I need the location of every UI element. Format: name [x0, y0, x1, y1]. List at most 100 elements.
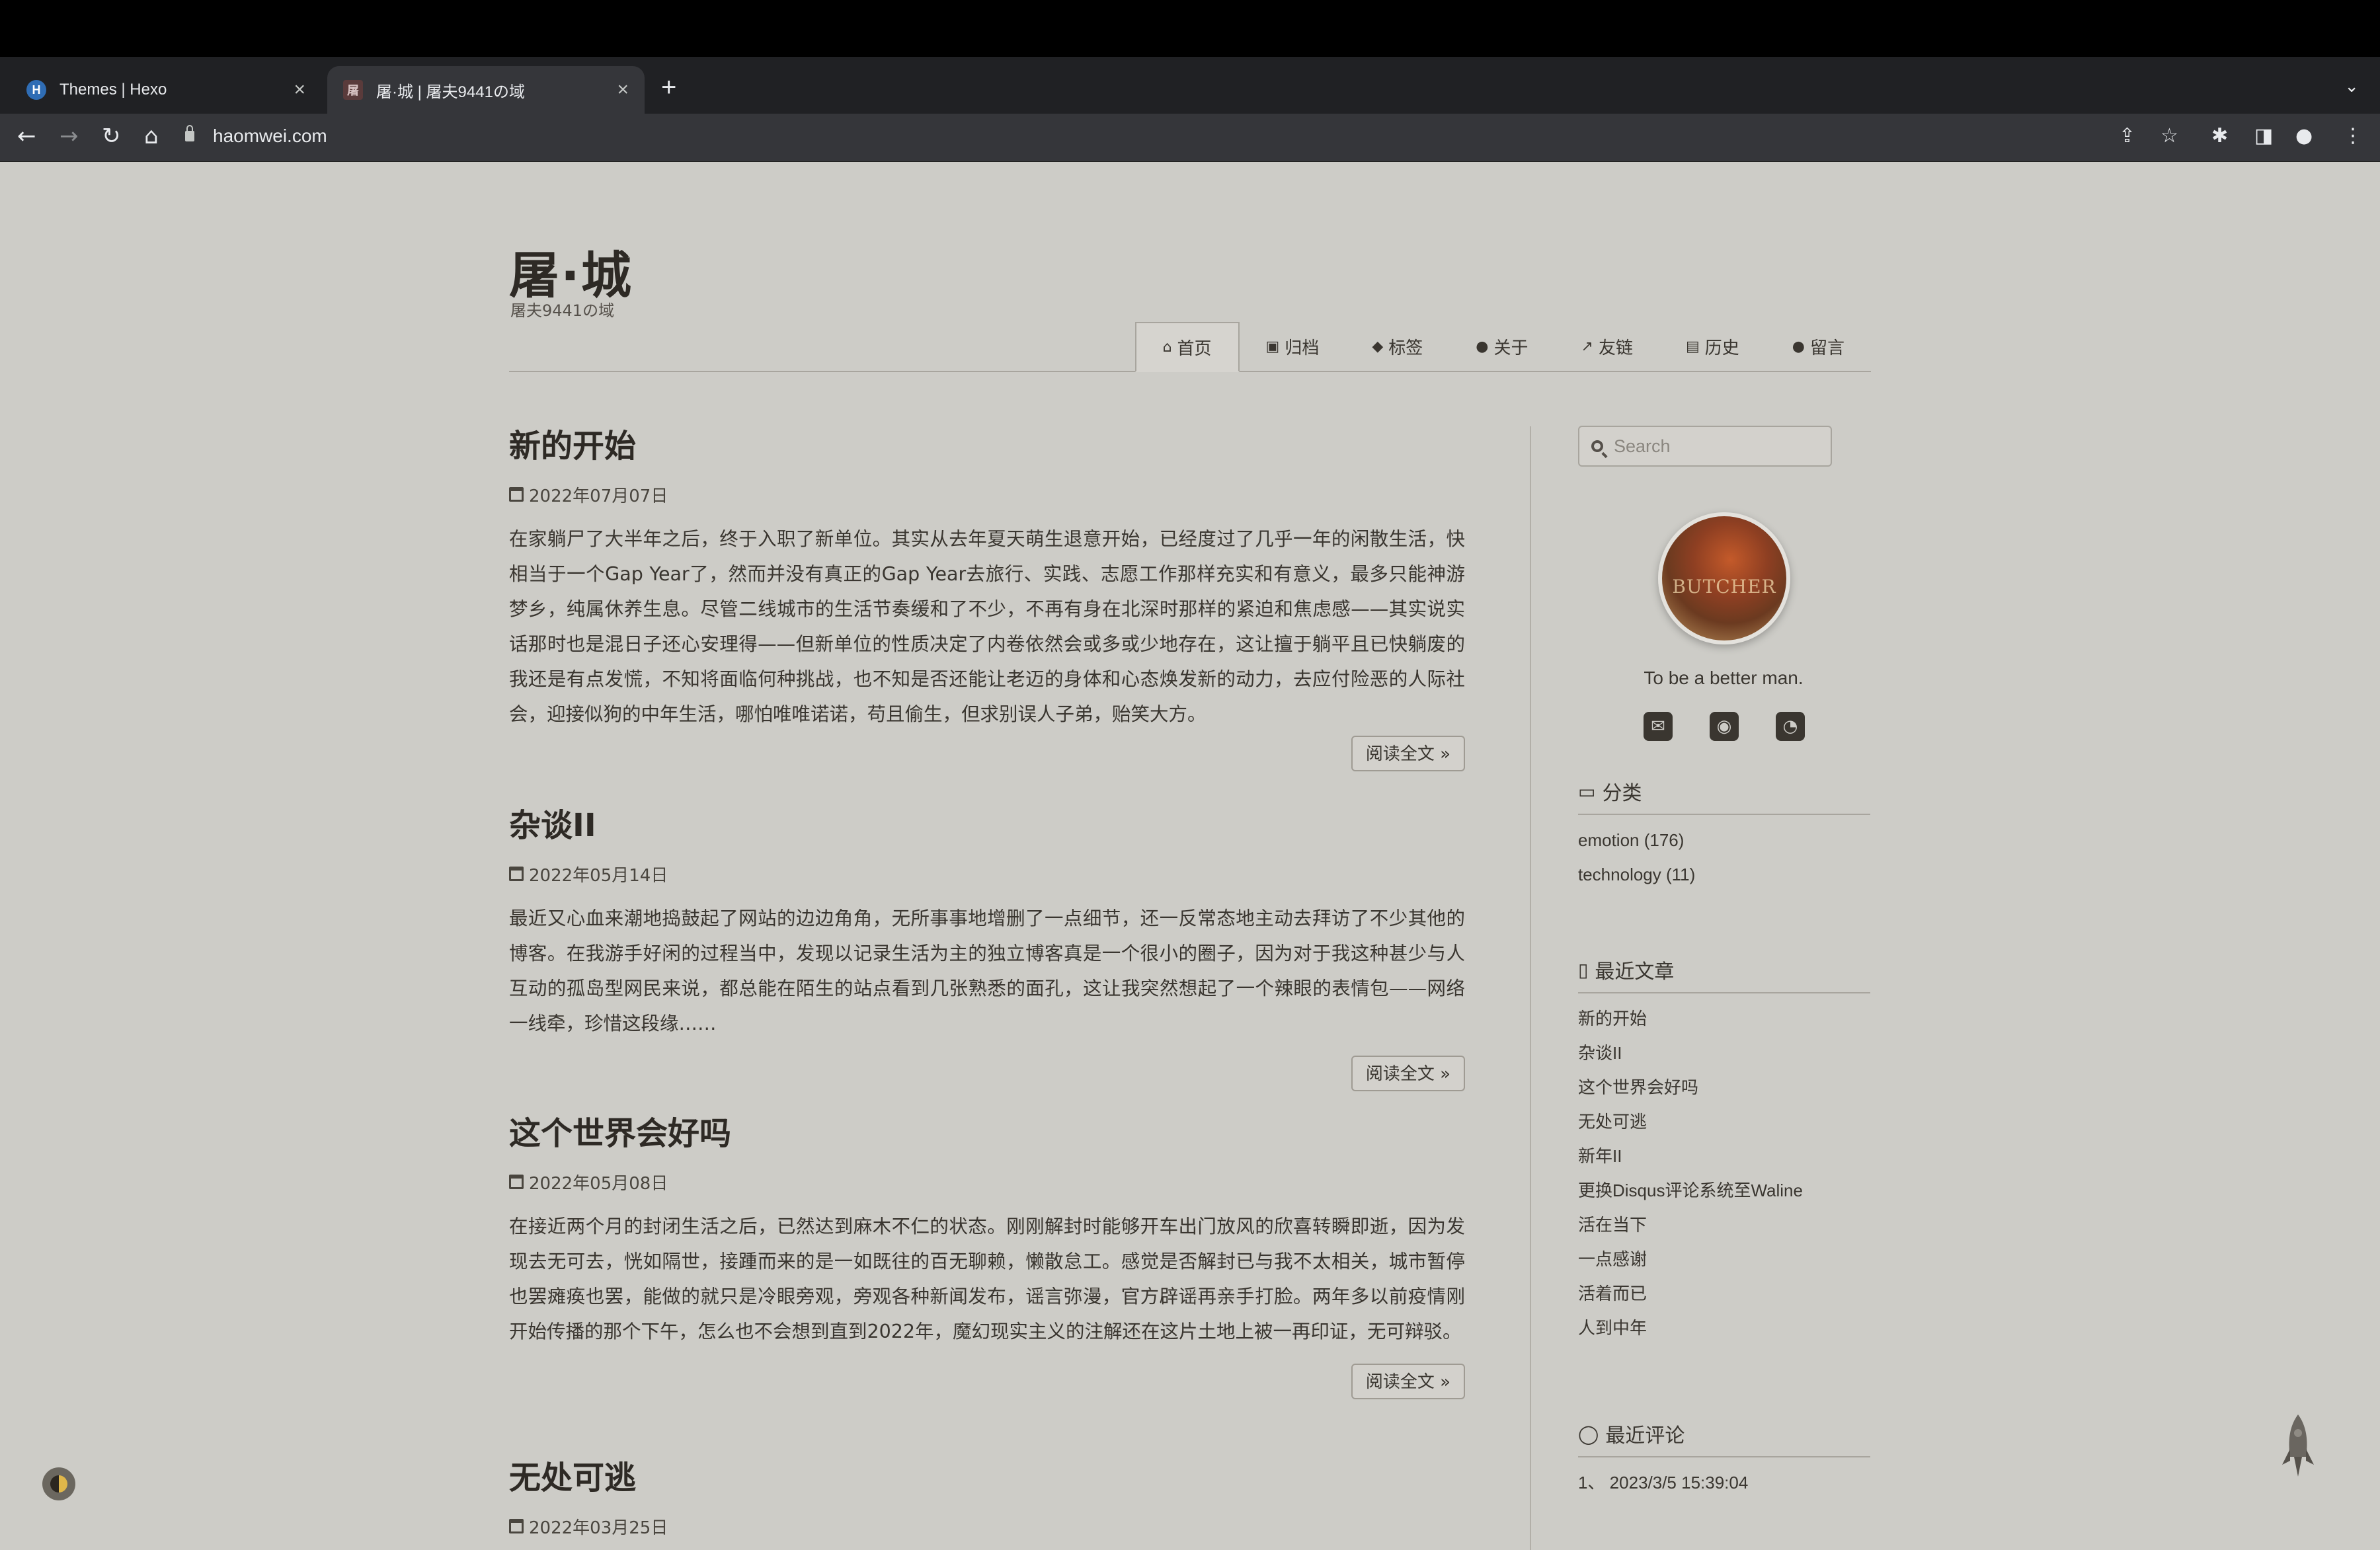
category-link[interactable]: emotion (176): [1578, 823, 1870, 857]
post-title[interactable]: 新的开始: [509, 426, 1465, 466]
recent-posts-list: 新的开始 杂谈II 这个世界会好吗 无处可逃 新年II 更换Disqus评论系统…: [1578, 1001, 1870, 1345]
read-more-button[interactable]: 阅读全文 »: [1351, 1056, 1465, 1091]
folder-icon: ▭: [1578, 780, 1596, 802]
recent-comments-list: 1、 2023/3/5 15:39:04: [1578, 1465, 1870, 1500]
nav-tags[interactable]: ◆ 标签: [1345, 322, 1449, 371]
tab-haomwei[interactable]: 屠 屠·城 | 屠夫9441の域 ×: [327, 66, 645, 114]
search-input[interactable]: [1612, 435, 1813, 457]
calendar-icon: [509, 487, 524, 502]
recent-post-link[interactable]: 杂谈II: [1578, 1036, 1870, 1070]
categories-list: emotion (176) technology (11): [1578, 823, 1870, 892]
post-date: 2022年05月08日: [509, 1171, 1465, 1194]
external-link-icon: ↗: [1581, 338, 1593, 355]
post-excerpt: 在家躺尸了大半年之后，终于入职了新单位。其实从去年夏天萌生退意开始，已经度过了几…: [509, 528, 1465, 725]
search-box[interactable]: [1578, 426, 1832, 467]
comments-icon: ●: [1792, 338, 1805, 355]
recent-comments-widget-title: ◯ 最近评论: [1578, 1418, 1870, 1457]
window-top-bar: [0, 0, 2380, 57]
tab-themes-hexo[interactable]: H Themes | Hexo ×: [11, 66, 321, 114]
post-entry: 新的开始 2022年07月07日 在家躺尸了大半年之后，终于入职了新单位。其实从…: [509, 426, 1465, 771]
nav-label: 留言: [1809, 338, 1844, 358]
widget-title-text: 最近评论: [1605, 1424, 1685, 1448]
tab-strip: H Themes | Hexo × 屠 屠·城 | 屠夫9441の域 ×: [0, 57, 2380, 114]
post-title[interactable]: 无处可逃: [509, 1458, 1465, 1498]
archive-icon: ▣: [1265, 338, 1280, 355]
rss-icon[interactable]: ◔: [1776, 712, 1805, 741]
read-more-button[interactable]: 阅读全文 »: [1351, 1364, 1465, 1399]
calendar-icon: [509, 1175, 524, 1189]
browser-menu-icon[interactable]: ⋮: [2343, 123, 2363, 149]
social-links: ✉ ◉ ◔: [1644, 712, 1805, 741]
avatar[interactable]: BUTCHER: [1658, 512, 1790, 644]
envelope-icon[interactable]: ✉: [1644, 712, 1673, 741]
tab-search-chevron-icon[interactable]: ⌄: [2344, 77, 2359, 97]
nav-archive[interactable]: ▣ 归档: [1240, 322, 1346, 371]
extensions-puzzle-icon[interactable]: ✱: [2211, 123, 2228, 149]
nav-label: 友链: [1598, 338, 1633, 358]
calendar-icon: [509, 867, 524, 881]
url-field[interactable]: haomwei.com: [185, 123, 327, 149]
site-favicon-icon: 屠: [343, 80, 363, 100]
sidebar-divider: [1530, 426, 1531, 1550]
forward-arrow-icon[interactable]: →: [60, 123, 79, 149]
home-icon: ⌂: [1162, 338, 1172, 356]
github-icon[interactable]: ◉: [1710, 712, 1739, 741]
nav-label: 归档: [1285, 338, 1320, 358]
post-entry: 这个世界会好吗 2022年05月08日 在接近两个月的封闭生活之后，已然达到麻木…: [509, 1114, 1465, 1399]
post-excerpt: 最近又心血来潮地捣鼓起了网站的边边角角，无所事事地增删了一点细节，还一反常态地主…: [509, 908, 1465, 1034]
recent-post-link[interactable]: 活着而已: [1578, 1276, 1870, 1311]
profile-avatar-icon[interactable]: ●: [2295, 123, 2313, 149]
home-icon[interactable]: ⌂: [144, 123, 159, 149]
widget-title-text: 分类: [1602, 782, 1642, 805]
read-more-button[interactable]: 阅读全文 »: [1351, 736, 1465, 771]
nav-label: 标签: [1388, 338, 1423, 358]
calendar-icon: [509, 1519, 524, 1533]
recent-post-link[interactable]: 新年II: [1578, 1139, 1870, 1173]
recent-post-link[interactable]: 更换Disqus评论系统至Waline: [1578, 1173, 1870, 1208]
search-icon: [1591, 440, 1603, 452]
close-tab-icon[interactable]: ×: [617, 79, 629, 101]
comment-icon: ◯: [1578, 1422, 1599, 1445]
tag-icon: ◆: [1372, 338, 1384, 355]
post-date: 2022年07月07日: [509, 483, 1465, 506]
nav-about[interactable]: ● 关于: [1449, 322, 1554, 371]
nav-history[interactable]: ▤ 历史: [1659, 322, 1766, 371]
bookmark-star-icon[interactable]: ☆: [2161, 123, 2178, 149]
post-date-text: 2022年05月14日: [529, 865, 668, 886]
post-date-text: 2022年07月07日: [529, 486, 668, 506]
recent-post-link[interactable]: 活在当下: [1578, 1208, 1870, 1242]
recent-post-link[interactable]: 无处可逃: [1578, 1104, 1870, 1139]
nav-guestbook[interactable]: ● 留言: [1766, 322, 1871, 371]
post-title[interactable]: 杂谈II: [509, 806, 1465, 845]
post-date: 2022年03月25日: [509, 1515, 1465, 1538]
post-date-text: 2022年03月25日: [529, 1518, 668, 1538]
back-arrow-icon[interactable]: ←: [17, 123, 36, 149]
site-title[interactable]: 屠·城: [509, 235, 633, 307]
tab-title: 屠·城 | 屠夫9441の域: [376, 83, 525, 101]
reload-icon[interactable]: ↻: [102, 123, 121, 149]
recent-comment-item[interactable]: 1、 2023/3/5 15:39:04: [1578, 1465, 1870, 1500]
back-to-top-rocket-icon[interactable]: [2280, 1413, 2317, 1479]
widget-title-text: 最近文章: [1595, 960, 1675, 984]
new-tab-button[interactable]: +: [661, 74, 676, 100]
post-excerpt: 在接近两个月的封闭生活之后，已然达到麻木不仁的状态。刚刚解封时能够开车出门放风的…: [509, 1216, 1465, 1342]
recent-post-link[interactable]: 人到中年: [1578, 1311, 1870, 1345]
nav-links[interactable]: ↗ 友链: [1555, 322, 1659, 371]
close-tab-icon[interactable]: ×: [294, 79, 305, 101]
post-date-text: 2022年05月08日: [529, 1173, 668, 1194]
user-icon: ●: [1476, 338, 1489, 355]
recent-post-link[interactable]: 新的开始: [1578, 1001, 1870, 1036]
book-icon: ▤: [1685, 338, 1700, 355]
site-subtitle: 屠夫9441の域: [510, 301, 615, 320]
recent-post-link[interactable]: 这个世界会好吗: [1578, 1070, 1870, 1104]
side-panel-icon[interactable]: ◨: [2254, 123, 2273, 149]
post-title[interactable]: 这个世界会好吗: [509, 1114, 1465, 1153]
recent-post-link[interactable]: 一点感谢: [1578, 1242, 1870, 1276]
theme-toggle-button[interactable]: [42, 1467, 75, 1500]
share-icon[interactable]: ⇪: [2119, 123, 2135, 149]
nav-home[interactable]: ⌂ 首页: [1134, 322, 1240, 372]
post-entry: 杂谈II 2022年05月14日 最近又心血来潮地捣鼓起了网站的边边角角，无所事…: [509, 806, 1465, 1091]
post-entry: 无处可逃 2022年03月25日: [509, 1458, 1465, 1538]
lock-icon[interactable]: [185, 125, 194, 141]
category-link[interactable]: technology (11): [1578, 857, 1870, 892]
